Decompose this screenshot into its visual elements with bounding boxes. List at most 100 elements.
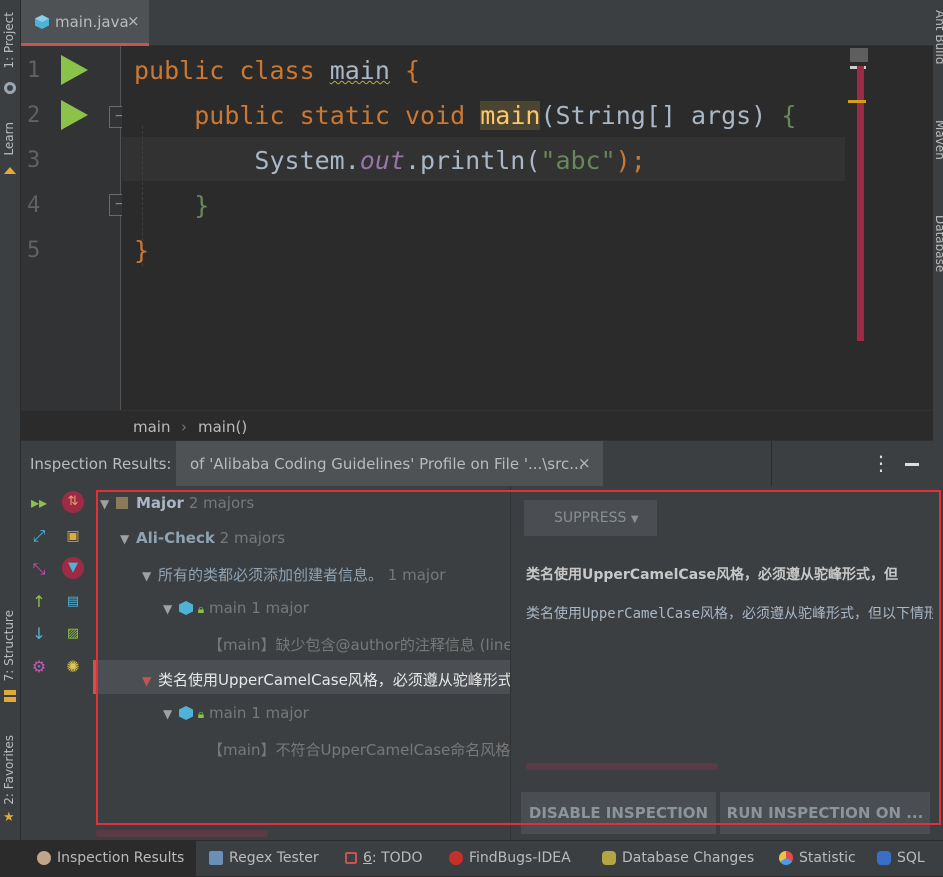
editor-tab-bar: main.java × [21, 0, 933, 46]
structure-tab[interactable]: 7: Structure [2, 610, 16, 681]
tree-label: 所有的类都必须添加创建者信息。 [158, 566, 384, 584]
tree-node-file-main-2[interactable]: ▼ 🔒︎ main 1 major [163, 704, 309, 722]
tree-node-major[interactable]: ▼ Major 2 majors [100, 494, 254, 512]
string-literal: "abc" [540, 146, 616, 175]
tree-issue-author[interactable]: 【main】缺少包含@author的注释信息 (line 1) [208, 634, 533, 655]
statistic-icon [779, 851, 793, 865]
rerun-icon[interactable]: ▸▸ [28, 492, 50, 514]
bottom-tool-bar: Inspection Results Regex Tester 6: TODO … [21, 840, 943, 877]
inspection-icon [37, 851, 51, 865]
detail-description: 类名使用UpperCamelCase风格，必须遵从驼峰形式，但以下情形例外 [526, 606, 933, 622]
chevron-down-icon: ▼ [163, 707, 173, 721]
tab-inspection-results[interactable]: Inspection Results [21, 841, 196, 877]
code-editor[interactable]: public class main { public static void m… [122, 46, 845, 410]
severity-icon [116, 497, 128, 509]
divider [771, 441, 772, 487]
settings-gear-icon[interactable]: ⚙ [28, 656, 50, 678]
project-icon [3, 80, 17, 94]
issue-text: 【main】缺少包含@author的注释信息 (line 1) [208, 636, 533, 654]
left-tool-strip: 1: Project Learn 7: Structure 2: Favorit… [0, 0, 21, 840]
tab-label: Statistic [799, 850, 856, 866]
minimize-icon[interactable] [905, 463, 919, 466]
run-class-icon[interactable] [61, 55, 88, 85]
inspection-tab[interactable]: of 'Alibaba Coding Guidelines' Profile o… [176, 441, 603, 487]
database-tab[interactable]: Database [933, 215, 943, 272]
database-icon [602, 851, 616, 865]
code-line-1: public class main { [134, 56, 420, 85]
tree-label: Major [136, 494, 184, 512]
tree-count: 2 majors [219, 529, 286, 547]
tab-regex-tester[interactable]: Regex Tester [209, 841, 319, 877]
line-number: 2 [27, 103, 41, 128]
detail-scrollbar[interactable] [526, 763, 718, 770]
close-tab-icon[interactable]: × [127, 12, 140, 30]
editor-gutter: 1 2 3 4 5 − − [21, 46, 131, 410]
tree-count: 2 majors [188, 494, 255, 512]
tab-database-changes[interactable]: Database Changes [602, 841, 754, 877]
expand-all-icon[interactable]: ⤢ [28, 525, 50, 547]
favorites-tab[interactable]: 2: Favorites [2, 735, 16, 805]
close-inspection-tab-icon[interactable]: × [578, 454, 591, 472]
disable-inspection-button[interactable]: DISABLE INSPECTION [521, 792, 716, 834]
chevron-down-icon: ▼ [630, 514, 639, 525]
chevron-down-icon: ▼ [120, 532, 130, 546]
breadcrumb: main › main() [21, 410, 933, 440]
tree-scrollbar[interactable] [96, 830, 268, 837]
tab-statistic[interactable]: Statistic [779, 841, 856, 877]
code-line-2: public static void main(String[] args) { [134, 101, 796, 130]
tree-label: main [208, 599, 247, 617]
regex-icon [209, 851, 223, 865]
collapse-all-icon[interactable]: ⤡ [28, 558, 50, 580]
right-tool-strip: Ant Build Maven Database [933, 0, 943, 840]
sql-icon [877, 851, 891, 865]
filter-icon[interactable]: ▼ [62, 557, 84, 579]
more-options-icon[interactable]: ⋮ [871, 451, 891, 475]
breadcrumb-class[interactable]: main [133, 418, 170, 436]
tree-node-file-main[interactable]: ▼ 🔒︎ main 1 major [163, 599, 309, 617]
tree-node-ali-check[interactable]: ▼ Ali-Check 2 majors [120, 529, 285, 547]
suppress-label: SUPPRESS [554, 510, 627, 526]
tab-sql[interactable]: SQL [877, 841, 925, 877]
brace: { [781, 101, 797, 130]
java-class-icon [179, 704, 193, 722]
editor-tab-main-java[interactable]: main.java × [21, 0, 149, 46]
tab-todo[interactable]: 6: TODO [345, 841, 422, 877]
export-icon[interactable]: ▨ [62, 623, 84, 645]
editor-tab-label: main.java [55, 13, 129, 31]
console-icon[interactable]: ▤ [62, 591, 84, 613]
inspection-detail-panel: SUPPRESS ▼ 类名使用UpperCamelCase风格，必须遵从驼峰形式… [510, 486, 933, 840]
brace: } [194, 191, 210, 220]
ant-build-tab[interactable]: Ant Build [933, 10, 943, 64]
tree-label: main [208, 704, 247, 722]
line-number: 3 [27, 148, 41, 173]
learn-tab[interactable]: Learn [2, 122, 16, 156]
project-tab[interactable]: 1: Project [2, 12, 16, 69]
tab-label: Database Changes [622, 850, 755, 866]
line-number: 5 [27, 238, 41, 263]
inspection-toolbar: ▸▸ ⇅ ⤢ ▣ ⤡ ▼ ↑ ▤ ↓ ▨ ⚙ ✺ [21, 486, 93, 840]
chevron-down-icon: ▼ [142, 569, 152, 583]
group-icon[interactable]: ▣ [62, 525, 84, 547]
warning-marker[interactable] [848, 100, 866, 103]
tree-node-rule-author[interactable]: ▼ 所有的类都必须添加创建者信息。 1 major [142, 564, 445, 585]
suppress-button[interactable]: SUPPRESS ▼ [524, 500, 657, 536]
keyword: class [239, 56, 315, 85]
run-inspection-button[interactable]: RUN INSPECTION ON ... [720, 792, 930, 834]
keyword: void [404, 101, 466, 130]
lock-icon: 🔒︎ [197, 602, 205, 616]
breadcrumb-method[interactable]: main() [198, 418, 247, 436]
inspection-title: Inspection Results: [30, 455, 172, 473]
previous-icon[interactable]: ↑ [28, 591, 50, 613]
lightbulb-icon[interactable]: ✺ [62, 656, 84, 678]
lock-icon: 🔒︎ [197, 707, 205, 721]
inspection-tab-label: of 'Alibaba Coding Guidelines' Profile o… [190, 455, 584, 473]
sort-icon[interactable]: ⇅ [62, 491, 84, 513]
tab-findbugs[interactable]: FindBugs-IDEA [449, 841, 571, 877]
brace: } [134, 236, 150, 265]
maven-tab[interactable]: Maven [933, 120, 943, 160]
editor-scrollbar[interactable] [857, 66, 864, 341]
run-main-icon[interactable] [61, 100, 88, 130]
next-icon[interactable]: ↓ [28, 623, 50, 645]
selected-row-edge [93, 660, 96, 694]
code-minimap[interactable] [850, 48, 868, 62]
